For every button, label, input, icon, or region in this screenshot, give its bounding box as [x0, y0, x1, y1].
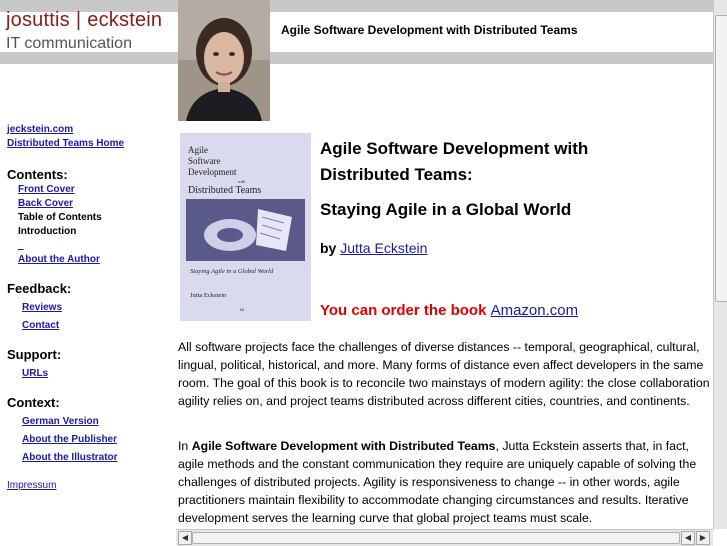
sidebar-item-reviews[interactable]: Reviews [7, 301, 172, 315]
sidebar-link-distributed-teams-home[interactable]: Distributed Teams Home [7, 137, 172, 151]
cover-line1: Agile [188, 145, 208, 155]
cover-line4: with [238, 179, 245, 184]
book-subtitle: Staying Agile in a Global World [320, 200, 572, 219]
sidebar-item-about-author[interactable]: About the Author [7, 253, 172, 267]
book-title: Agile Software Development with Distribu… [320, 139, 589, 184]
order-text: You can order the book [320, 302, 487, 319]
author-byline: by Jutta Eckstein [320, 240, 427, 256]
horizontal-scrollbar[interactable]: ◀ ◀ ▶ [176, 529, 713, 546]
sidebar-nav: jeckstein.com Distributed Teams Home Con… [7, 123, 172, 493]
sidebar-item-table-of-contents: Table of Contents [18, 212, 102, 223]
book-cover-graphic: Agile Software Development with Distribu… [180, 133, 311, 321]
logo-tagline: IT communication [6, 35, 132, 52]
sidebar-item-blank-link[interactable]: _ [7, 239, 172, 253]
sidebar-item-about-illustrator[interactable]: About the Illustrator [7, 451, 172, 465]
sidebar-link-jeckstein[interactable]: jeckstein.com [7, 123, 172, 137]
cover-line3: Development [188, 167, 237, 177]
sidebar-heading-context: Context: [7, 395, 60, 410]
scroll-left-icon-end[interactable]: ◀ [681, 531, 695, 545]
page-header-title: Agile Software Development with Distribu… [281, 23, 578, 37]
scroll-right-icon[interactable]: ▶ [696, 531, 710, 545]
cover-subtitle: Staying Agile in a Global World [190, 268, 274, 275]
logo-name-left: josuttis [6, 9, 70, 31]
para2-book-name: Agile Software Development with Distribu… [191, 439, 496, 453]
sidebar-heading-contents: Contents: [7, 167, 68, 182]
sidebar-item-introduction: Introduction [18, 226, 77, 237]
cover-author: Jutta Eckstein [190, 292, 227, 299]
sidebar-item-contact[interactable]: Contact [7, 319, 172, 333]
sidebar-heading-support: Support: [7, 347, 62, 362]
svg-text:ᵚ: ᵚ [240, 306, 244, 315]
sidebar-heading-feedback: Feedback: [7, 281, 72, 296]
sidebar-item-front-cover[interactable]: Front Cover [7, 183, 172, 197]
intro-paragraph-2: In Agile Software Development with Distr… [178, 437, 713, 527]
sidebar-item-about-publisher[interactable]: About the Publisher [7, 433, 172, 447]
horizontal-scroll-thumb[interactable] [192, 532, 680, 544]
author-photo [178, 0, 270, 121]
intro-paragraph-1: All software projects face the challenge… [178, 340, 710, 408]
logo-separator: | [75, 9, 82, 31]
vertical-scrollbar[interactable] [713, 0, 727, 529]
site-logo: josuttis | eckstein [6, 9, 162, 32]
amazon-link[interactable]: Amazon.com [491, 302, 579, 319]
book-cover-image[interactable]: Agile Software Development with Distribu… [180, 133, 311, 321]
sidebar-item-back-cover[interactable]: Back Cover [7, 197, 172, 211]
sidebar-link-impressum[interactable]: Impressum [7, 479, 172, 493]
author-photo-graphic [178, 0, 270, 121]
sidebar-item-german-version[interactable]: German Version [7, 415, 172, 429]
scroll-left-icon[interactable]: ◀ [178, 531, 192, 545]
logo-name-right: eckstein [87, 9, 163, 31]
cover-line2: Software [188, 156, 221, 166]
cover-line5: Distributed Teams [188, 185, 261, 196]
sidebar-item-urls[interactable]: URLs [7, 367, 172, 381]
header-bottom-band [0, 52, 713, 64]
author-link[interactable]: Jutta Eckstein [340, 240, 427, 256]
vertical-scroll-thumb[interactable] [715, 15, 727, 302]
para2-lead: In [178, 439, 189, 453]
order-line: You can order the book Amazon.com [320, 302, 578, 319]
by-label: by [320, 240, 337, 256]
